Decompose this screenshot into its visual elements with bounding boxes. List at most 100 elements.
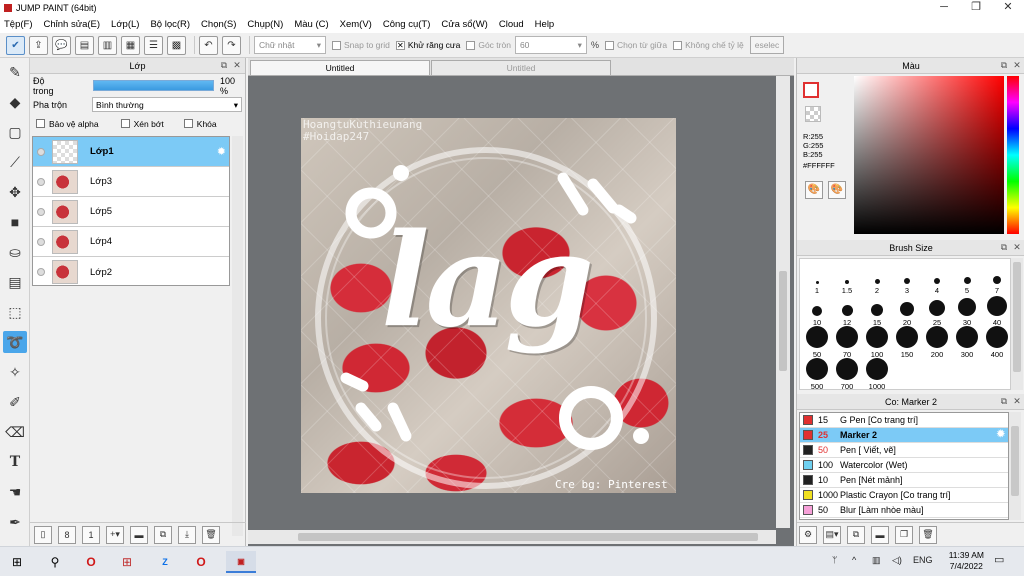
check-icon[interactable]: ✔ xyxy=(6,35,25,55)
rectangle-tool-icon[interactable]: ▢ xyxy=(3,121,27,143)
brush-size-option[interactable]: 50 xyxy=(802,326,832,359)
canvas-vertical-scrollbar[interactable] xyxy=(776,76,790,528)
menu-edit[interactable]: Chỉnh sửa(E) xyxy=(44,19,101,30)
line-tool-icon[interactable]: ⟋ xyxy=(3,151,27,173)
brush-size-option[interactable]: 1000 xyxy=(862,358,892,391)
scroll-thumb[interactable] xyxy=(1013,262,1021,372)
select-rect-tool-icon[interactable]: ⬚ xyxy=(3,301,27,323)
eyedropper-tool-icon[interactable]: ✒ xyxy=(3,511,27,533)
close-icon[interactable]: ✕ xyxy=(232,60,242,70)
brush-size-option[interactable]: 300 xyxy=(952,326,982,359)
brush-size-option[interactable]: 700 xyxy=(832,358,862,391)
palette-edit-icon[interactable]: 🎨 xyxy=(828,181,846,199)
minimize-button[interactable]: ─ xyxy=(928,0,960,15)
document-icon[interactable]: ▦ xyxy=(121,35,140,55)
new-layer-8bit-icon[interactable]: 8 xyxy=(58,525,76,544)
comment-icon[interactable]: ▤ xyxy=(75,35,94,55)
add-layer-menu-icon[interactable]: +▾ xyxy=(106,525,124,544)
new-layer-icon[interactable]: ▯ xyxy=(34,525,52,544)
menu-select[interactable]: Chọn(S) xyxy=(201,19,236,30)
menu-help[interactable]: Help xyxy=(535,19,555,30)
transparent-swatch[interactable] xyxy=(805,106,821,122)
duplicate-layer-icon[interactable]: ⧉ xyxy=(154,525,172,544)
volume-icon[interactable]: ◁) xyxy=(892,555,902,566)
app-grid-icon[interactable]: ⊞ xyxy=(116,551,138,573)
duplicate-icon[interactable]: ❐ xyxy=(895,525,913,544)
round-value-input[interactable]: 60 ▾ xyxy=(514,36,587,54)
menu-file[interactable]: Tệp(F) xyxy=(4,19,33,30)
layer-item[interactable]: Lớp5 xyxy=(33,197,229,227)
brush-size-option[interactable]: 1 xyxy=(802,262,832,295)
jump-paint-taskbar-icon[interactable]: ▣ xyxy=(226,551,256,573)
tool-list-item[interactable]: 50 Blur [Làm nhòe màu] xyxy=(800,503,1008,518)
menu-cloud[interactable]: Cloud xyxy=(499,19,524,30)
brush-size-option[interactable]: 150 xyxy=(892,326,922,359)
brush-size-option[interactable]: 70 xyxy=(832,326,862,359)
brush-size-option[interactable]: 2 xyxy=(862,262,892,295)
menu-view[interactable]: Xem(V) xyxy=(340,19,372,30)
tool-list-item[interactable]: 25 Marker 2 ✹ xyxy=(800,428,1008,443)
export-icon[interactable]: ⇪ xyxy=(29,35,48,55)
brush-size-option[interactable]: 500 xyxy=(802,358,832,391)
visibility-icon[interactable] xyxy=(37,147,45,156)
merge-layer-icon[interactable]: ⤓ xyxy=(178,525,196,544)
select-eraser-tool-icon[interactable]: ⌫ xyxy=(3,421,27,443)
fill-rect-tool-icon[interactable]: ■ xyxy=(3,211,27,233)
select-from-center-checkbox[interactable]: Chọn từ giữa xyxy=(604,40,667,50)
brush-size-option[interactable]: 100 xyxy=(862,326,892,359)
visibility-icon[interactable] xyxy=(37,177,45,186)
add-tool-menu-icon[interactable]: ▤▾ xyxy=(823,525,841,544)
hue-slider[interactable] xyxy=(1007,76,1019,234)
tab-untitled[interactable]: Untitled xyxy=(431,60,611,75)
lock-checkbox[interactable]: Khóa xyxy=(183,119,217,129)
tool-settings-icon[interactable]: ⚙ xyxy=(799,525,817,544)
layer-item[interactable]: Lớp3 xyxy=(33,167,229,197)
opera-browser-icon[interactable]: O xyxy=(190,551,212,573)
redo-icon[interactable]: ↷ xyxy=(222,35,241,55)
eraser-tool-icon[interactable]: ◆ xyxy=(3,91,27,113)
page-icon[interactable]: ▥ xyxy=(98,35,117,55)
network-icon[interactable]: ▥ xyxy=(872,555,881,566)
speech-bubble-icon[interactable]: 💬 xyxy=(52,35,71,55)
menu-color[interactable]: Màu (C) xyxy=(294,19,328,30)
brush-size-option[interactable]: 5 xyxy=(952,262,982,295)
copy-tool-icon[interactable]: ⧉ xyxy=(847,525,865,544)
layer-item[interactable]: Lớp1 ✹ xyxy=(33,137,229,167)
visibility-icon[interactable] xyxy=(37,237,45,246)
brush-size-option[interactable]: 25 xyxy=(922,294,952,327)
brush-scrollbar[interactable] xyxy=(1011,258,1023,390)
close-icon[interactable]: ✕ xyxy=(1012,242,1022,252)
opera-icon[interactable]: O xyxy=(80,551,102,573)
undock-icon[interactable]: ⧉ xyxy=(999,396,1009,406)
canvas-horizontal-scrollbar[interactable] xyxy=(248,530,776,544)
clipping-checkbox[interactable]: Xén bớt xyxy=(120,119,164,129)
blend-select[interactable]: Bình thường ▾ xyxy=(92,97,243,112)
layer-item[interactable]: Lớp4 xyxy=(33,227,229,257)
tool-list-item[interactable]: 100 Watercolor (Wet) xyxy=(800,458,1008,473)
move-tool-icon[interactable]: ✥ xyxy=(3,181,27,203)
scroll-thumb[interactable] xyxy=(298,533,758,541)
select-pen-tool-icon[interactable]: ✐ xyxy=(3,391,27,413)
opacity-slider[interactable] xyxy=(92,80,215,91)
brush-size-option[interactable]: 200 xyxy=(922,326,952,359)
trash-icon[interactable]: 🗑 xyxy=(202,525,220,544)
maximize-button[interactable]: ❐ xyxy=(960,0,992,15)
menu-layer[interactable]: Lớp(L) xyxy=(111,19,139,30)
gear-icon[interactable]: ✹ xyxy=(217,145,226,158)
brush-size-option[interactable]: 400 xyxy=(982,326,1012,359)
brush-size-option[interactable]: 4 xyxy=(922,262,952,295)
brush-size-option[interactable]: 1.5 xyxy=(832,262,862,295)
windows-start-icon[interactable]: ⊞ xyxy=(6,551,28,573)
close-button[interactable]: ✕ xyxy=(992,0,1024,15)
layer-item[interactable]: Lớp2 xyxy=(33,257,229,287)
brush-size-option[interactable]: 3 xyxy=(892,262,922,295)
snap-to-grid-checkbox[interactable]: Snap to grid xyxy=(332,40,390,50)
trash-icon[interactable]: 🗑 xyxy=(919,525,937,544)
brush-size-option[interactable]: 12 xyxy=(832,294,862,327)
undock-icon[interactable]: ⧉ xyxy=(219,60,229,70)
antialias-checkbox[interactable]: ✕ Khử răng cưa xyxy=(395,40,460,50)
layer-scrollbar[interactable] xyxy=(232,136,243,536)
canvas-artwork[interactable]: lag HoangtuKuthieunang #Hoidap247 Cre bg… xyxy=(301,118,676,493)
bucket-tool-icon[interactable]: ⛀ xyxy=(3,241,27,263)
list-icon[interactable]: ☰ xyxy=(144,35,163,55)
